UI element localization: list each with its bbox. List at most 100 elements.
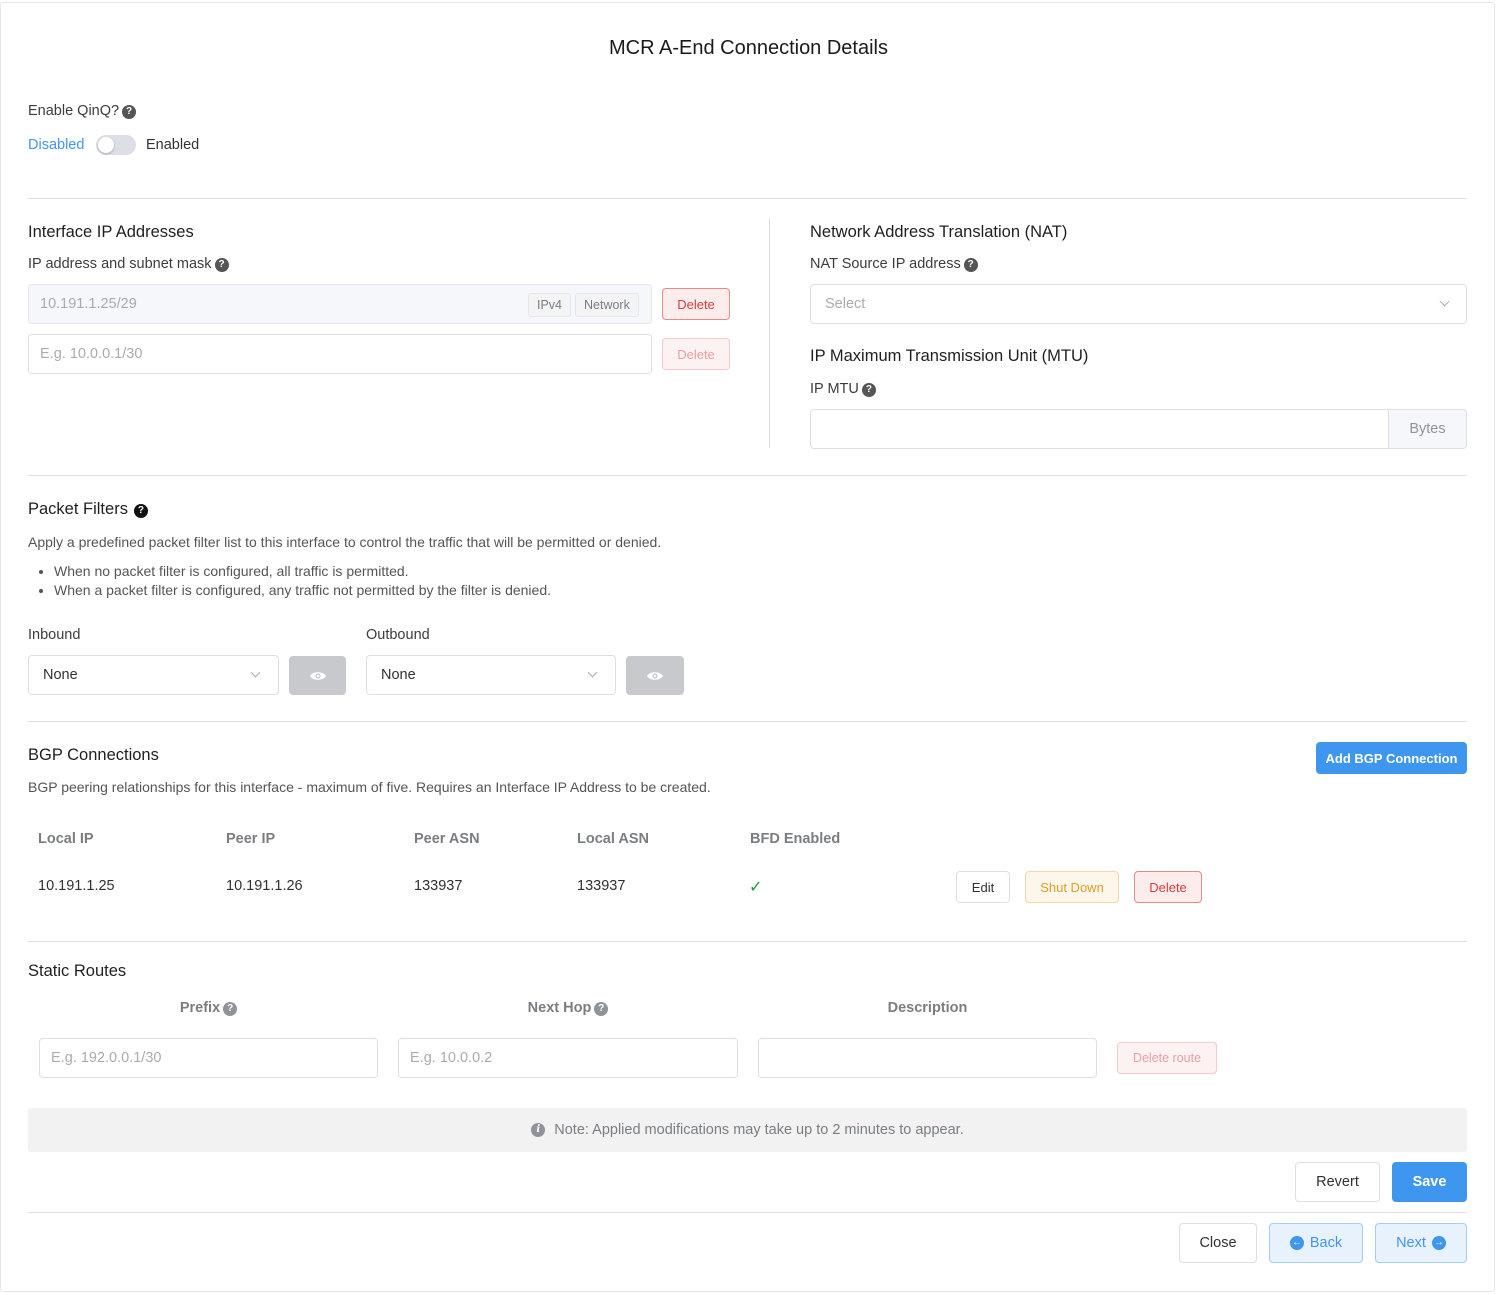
ipv4-tag: IPv4 [528,293,572,317]
list-item: When a packet filter is configured, any … [54,581,551,600]
mtu-heading: IP Maximum Transmission Unit (MTU) [810,347,1089,365]
route-description-input[interactable] [758,1038,1097,1078]
qinq-enabled-label[interactable]: Enabled [146,137,199,153]
view-outbound-filter-button[interactable] [626,656,684,695]
local-ip-cell: 10.191.1.25 [38,878,115,894]
outbound-label: Outbound [366,627,430,643]
table-row: 10.191.1.25 10.191.1.26 133937 133937 ✓ … [28,863,1228,913]
divider [28,198,1467,199]
prefix-header-row: Prefix? [39,1000,378,1016]
delete-route-button[interactable]: Delete route [1117,1042,1217,1074]
check-icon: ✓ [749,879,763,896]
help-icon[interactable]: ? [861,383,876,397]
nat-field-label: NAT Source IP address [810,256,961,272]
inbound-label: Inbound [28,627,81,643]
save-button[interactable]: Save [1392,1162,1467,1202]
packet-filters-bullets: When no packet filter is configured, all… [28,562,551,600]
ip-address-input[interactable]: 10.191.1.25/29 IPv4 Network [28,284,652,324]
next-button[interactable]: Next → [1375,1223,1467,1263]
nat-field-label-row: NAT Source IP address? [810,256,978,272]
column-header-peer-asn: Peer ASN [414,831,480,847]
inbound-value: None [43,667,78,683]
nat-select-placeholder: Select [825,296,866,312]
next-hop-header-row: Next Hop? [398,1000,738,1016]
next-label: Next [1396,1235,1426,1251]
mtu-input[interactable]: Bytes [810,409,1467,449]
interface-ip-heading: Interface IP Addresses [28,223,194,241]
note-text: Note: Applied modifications may take up … [554,1122,964,1138]
packet-filters-heading-row: Packet Filters? [28,500,148,519]
add-bgp-connection-button[interactable]: Add BGP Connection [1316,742,1467,774]
connection-details-dialog: MCR A-End Connection Details Enable QinQ… [0,2,1495,1292]
column-header-bfd-enabled: BFD Enabled [750,831,841,847]
qinq-label: Enable QinQ? [28,103,120,119]
qinq-disabled-label[interactable]: Disabled [28,137,84,153]
mtu-field-label-row: IP MTU? [810,381,876,397]
static-routes-heading: Static Routes [28,962,127,980]
prefix-placeholder: E.g. 192.0.0.1/30 [51,1050,162,1066]
edit-bgp-button[interactable]: Edit [956,871,1010,903]
revert-button[interactable]: Revert [1295,1162,1380,1202]
next-hop-placeholder: E.g. 10.0.0.2 [410,1050,493,1066]
info-icon: i [531,1123,546,1137]
column-header-local-asn: Local ASN [577,831,649,847]
column-header-local-ip: Local IP [38,831,94,847]
outbound-select[interactable]: None [366,655,616,695]
prefix-input[interactable]: E.g. 192.0.0.1/30 [39,1038,378,1078]
toggle-knob [98,137,114,153]
chevron-down-icon [587,667,598,678]
divider [28,475,1467,476]
help-icon[interactable]: ? [214,258,229,272]
peer-asn-cell: 133937 [414,878,463,894]
next-hop-input[interactable]: E.g. 10.0.0.2 [398,1038,738,1078]
delete-ip-button[interactable]: Delete [662,288,730,320]
new-ip-placeholder: E.g. 10.0.0.1/30 [40,346,143,362]
eye-icon [647,671,663,680]
ip-address-value: 10.191.1.25/29 [40,296,137,312]
ip-field-label: IP address and subnet mask [28,256,212,272]
help-icon[interactable]: ? [122,105,137,119]
shutdown-bgp-button[interactable]: Shut Down [1025,871,1119,903]
mtu-field-label: IP MTU [810,381,859,397]
local-asn-cell: 133937 [577,878,626,894]
nat-heading: Network Address Translation (NAT) [810,223,1068,241]
page-title: MCR A-End Connection Details [608,37,888,59]
packet-filters-description: Apply a predefined packet filter list to… [28,534,662,550]
qinq-toggle[interactable] [96,135,136,155]
close-button[interactable]: Close [1179,1223,1257,1263]
help-icon[interactable]: ? [963,258,978,272]
delete-bgp-button[interactable]: Delete [1134,871,1202,903]
divider [28,1212,1467,1213]
back-button[interactable]: ← Back [1269,1223,1363,1263]
bgp-heading: BGP Connections [28,746,159,764]
delete-new-ip-button[interactable]: Delete [662,338,730,370]
info-note: i Note: Applied modifications may take up… [28,1108,1467,1152]
chevron-down-icon [250,667,261,678]
nat-select[interactable]: Select [810,284,1467,324]
arrow-left-icon: ← [1289,1236,1304,1250]
vertical-divider [769,218,770,448]
prefix-header: Prefix [179,1000,221,1016]
view-inbound-filter-button[interactable] [289,656,346,695]
chevron-down-icon [1439,296,1450,307]
divider [28,941,1467,942]
next-hop-header: Next Hop [527,1000,592,1016]
back-label: Back [1309,1235,1343,1251]
divider [28,721,1467,722]
help-icon[interactable]: ? [594,1002,609,1016]
qinq-label-row: Enable QinQ?? [28,103,137,119]
help-icon[interactable]: ? [133,504,148,518]
network-tag: Network [575,293,639,317]
inbound-select[interactable]: None [28,655,279,695]
arrow-right-icon: → [1431,1236,1446,1250]
bgp-description: BGP peering relationships for this inter… [28,779,711,795]
help-icon[interactable]: ? [223,1002,238,1016]
packet-filters-heading: Packet Filters [28,500,128,518]
outbound-value: None [381,667,416,683]
new-ip-input[interactable]: E.g. 10.0.0.1/30 [28,334,652,374]
list-item: When no packet filter is configured, all… [54,562,551,581]
peer-ip-cell: 10.191.1.26 [226,878,303,894]
ip-field-label-row: IP address and subnet mask? [28,256,229,272]
description-header: Description [887,1000,968,1016]
mtu-unit: Bytes [1388,410,1466,448]
